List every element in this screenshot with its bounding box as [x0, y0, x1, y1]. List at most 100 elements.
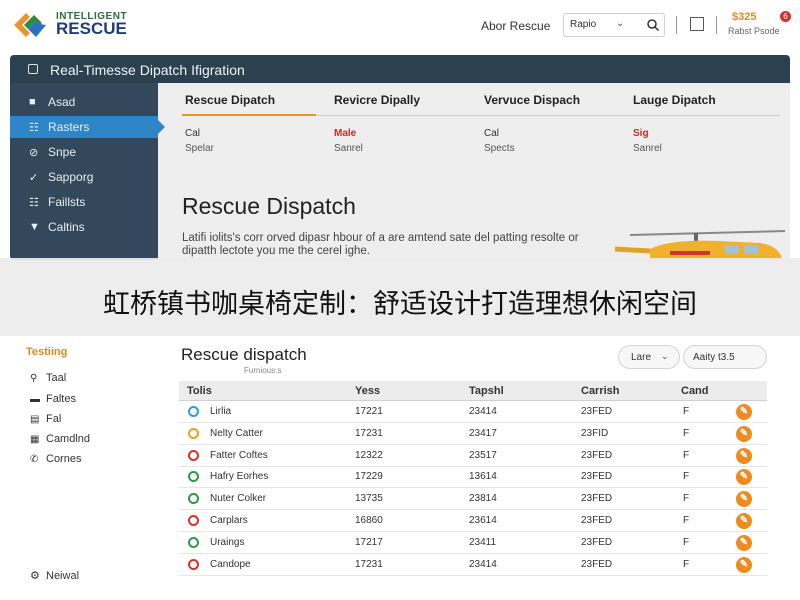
edit-icon[interactable]: ✎ [736, 469, 752, 486]
filter-pill[interactable]: Aaity t3.5 [683, 345, 767, 369]
table-row[interactable]: Candope 17231 23414 23FED F ✎ [179, 554, 767, 576]
edit-icon[interactable]: ✎ [736, 491, 752, 508]
table-row[interactable]: Hafry Eorhes 17229 13614 23FED F ✎ [179, 466, 767, 489]
divider [716, 16, 717, 34]
search-icon[interactable] [646, 18, 660, 32]
table-cell: F [683, 427, 690, 439]
sidebar-item-caltins[interactable]: ▼ Caltins [10, 216, 158, 238]
table-cell: 12322 [355, 449, 383, 461]
tab-rescue-dipatch[interactable]: Rescue Dipatch [185, 93, 275, 107]
list-icon: ☷ [29, 197, 39, 209]
edit-icon[interactable]: ✎ [736, 404, 752, 420]
table-row[interactable]: Nelty Catter 17231 23417 23FID F ✎ [179, 423, 767, 445]
top-header: INTELLIGENT RESCUE Abor Rescue Rapio ⌄ $… [0, 0, 800, 52]
lower-nav-item-faltes[interactable]: ▬ Faltes [30, 393, 76, 405]
edit-icon[interactable]: ✎ [736, 513, 752, 529]
table-cell: 23614 [469, 515, 497, 526]
square-icon: ■ [29, 96, 36, 108]
status-dot-icon [188, 427, 199, 439]
table-row[interactable]: Fatter Coftes 12322 23517 23FED F ✎ [179, 445, 767, 467]
lower-nav-item-fal[interactable]: ▤ Fal [30, 413, 61, 425]
tab-detail-value: Cal [185, 128, 201, 139]
active-tab-indicator [182, 114, 316, 116]
table-row[interactable]: Carplars 16860 23614 23FED F ✎ [179, 510, 767, 532]
table-cell: F [683, 449, 690, 461]
notification-badge[interactable]: 6 [780, 11, 791, 22]
gear-icon: ⚙ [30, 570, 40, 582]
tab-detail-caption: Sanrel [334, 143, 363, 154]
table-cell: 17221 [355, 406, 383, 417]
tab-detail-value: Male [334, 128, 357, 139]
list-icon: ☷ [29, 122, 39, 134]
banner-text: 虹桥镇书咖桌椅定制：舒适设计打造理想休闲空间 [103, 289, 697, 320]
grid-icon: ▦ [30, 434, 40, 445]
column-header[interactable]: Tolis [187, 385, 212, 397]
edit-icon[interactable]: ✎ [736, 556, 752, 573]
sidebar-item-snpe[interactable]: ⊘ Snpe [10, 141, 158, 163]
table-cell: 23FED [581, 515, 613, 526]
table-cell: 23414 [469, 406, 497, 417]
table-cell: 23411 [469, 536, 497, 548]
lower-nav-heading: Testiing [26, 346, 68, 358]
panel-title: Real-Timesse Dipatch Ifigration [50, 62, 245, 78]
sidebar-item-rasters[interactable]: ☷ Rasters [10, 116, 165, 138]
filter-select[interactable]: Lare ⌄ [618, 345, 680, 369]
filter-value: Aaity t3.5 [693, 352, 735, 363]
tab-lauge-dipatch[interactable]: Lauge Dipatch [633, 93, 716, 107]
logo-icon[interactable] [12, 10, 48, 40]
bar-icon: ▬ [30, 394, 40, 405]
table-cell: 17217 [355, 536, 383, 548]
divider [676, 16, 677, 34]
table-cell: F [683, 406, 690, 417]
edit-icon[interactable]: ✎ [736, 534, 752, 551]
lower-nav-item-camdlnd[interactable]: ▦ Camdlnd [30, 433, 90, 445]
sidebar-item-asad[interactable]: ■ Asad [10, 91, 158, 113]
table-cell: 23FED [581, 471, 613, 483]
helicopter-icon [614, 230, 786, 260]
table-row[interactable]: Nuter Colker 13735 23814 23FED F ✎ [179, 488, 767, 511]
tab-vervuce-dispach[interactable]: Vervuce Dispach [484, 93, 580, 107]
table-cell: 17229 [355, 471, 383, 483]
price-subtitle: Rabst Psode [728, 26, 780, 36]
table-cell: F [683, 536, 690, 548]
edit-icon[interactable]: ✎ [736, 425, 752, 442]
lower-nav-item-taal[interactable]: ⚲ Taal [30, 372, 66, 384]
lower-nav-item-cornes[interactable]: ✆ Cornes [30, 453, 81, 465]
lower-nav-footer[interactable]: ⚙ Neiwal [30, 569, 79, 582]
table-cell: 17231 [355, 558, 383, 570]
lower-nav-label: Cornes [46, 453, 82, 465]
table-cell: 23417 [469, 427, 497, 439]
table-cell: F [683, 558, 690, 570]
column-header[interactable]: Cand [681, 385, 709, 397]
table-cell: Uraings [210, 536, 245, 548]
caption-banner: 虹桥镇书咖桌椅定制：舒适设计打造理想休闲空间 [0, 258, 800, 336]
grid-icon[interactable] [690, 17, 704, 31]
table-cell: Nuter Colker [210, 493, 267, 505]
column-header[interactable]: Yess [355, 385, 380, 397]
table-row[interactable]: Uraings 17217 23411 23FED F ✎ [179, 532, 767, 554]
sidebar-item-label: Snpe [48, 145, 77, 159]
column-header[interactable]: Tapshl [469, 385, 504, 397]
tab-revicre-dipally[interactable]: Revicre Dipally [334, 93, 420, 107]
lower-nav-footer-label: Neiwal [46, 570, 80, 582]
window-icon [28, 64, 38, 74]
sidebar-item-faillsts[interactable]: ☷ Faillsts [10, 191, 158, 213]
table-row[interactable]: Lirlia 17221 23414 23FED F ✎ [179, 401, 767, 423]
table-cell: Hafry Eorhes [210, 471, 269, 483]
about-link[interactable]: Abor Rescue [481, 19, 550, 33]
column-header[interactable]: Carrish [581, 385, 620, 397]
sidebar-item-sapporg[interactable]: ✓ Sapporg [10, 166, 158, 188]
table-cell: 17231 [355, 427, 383, 439]
header-search-select[interactable]: Rapio ⌄ [563, 13, 665, 37]
table-cell: 23814 [469, 493, 497, 505]
table-cell: Lirlia [210, 406, 232, 417]
table-header: Tolis Yess Tapshl Carrish Cand [179, 381, 767, 401]
status-dot-icon [188, 515, 199, 526]
lower-nav-label: Faltes [46, 393, 76, 405]
check-icon: ✓ [29, 172, 39, 184]
table-cell: Carplars [210, 515, 248, 526]
edit-icon[interactable]: ✎ [736, 447, 752, 464]
table-cell: Candope [210, 558, 251, 570]
status-dot-icon [188, 493, 199, 505]
tab-detail-caption: Spects [484, 143, 515, 154]
